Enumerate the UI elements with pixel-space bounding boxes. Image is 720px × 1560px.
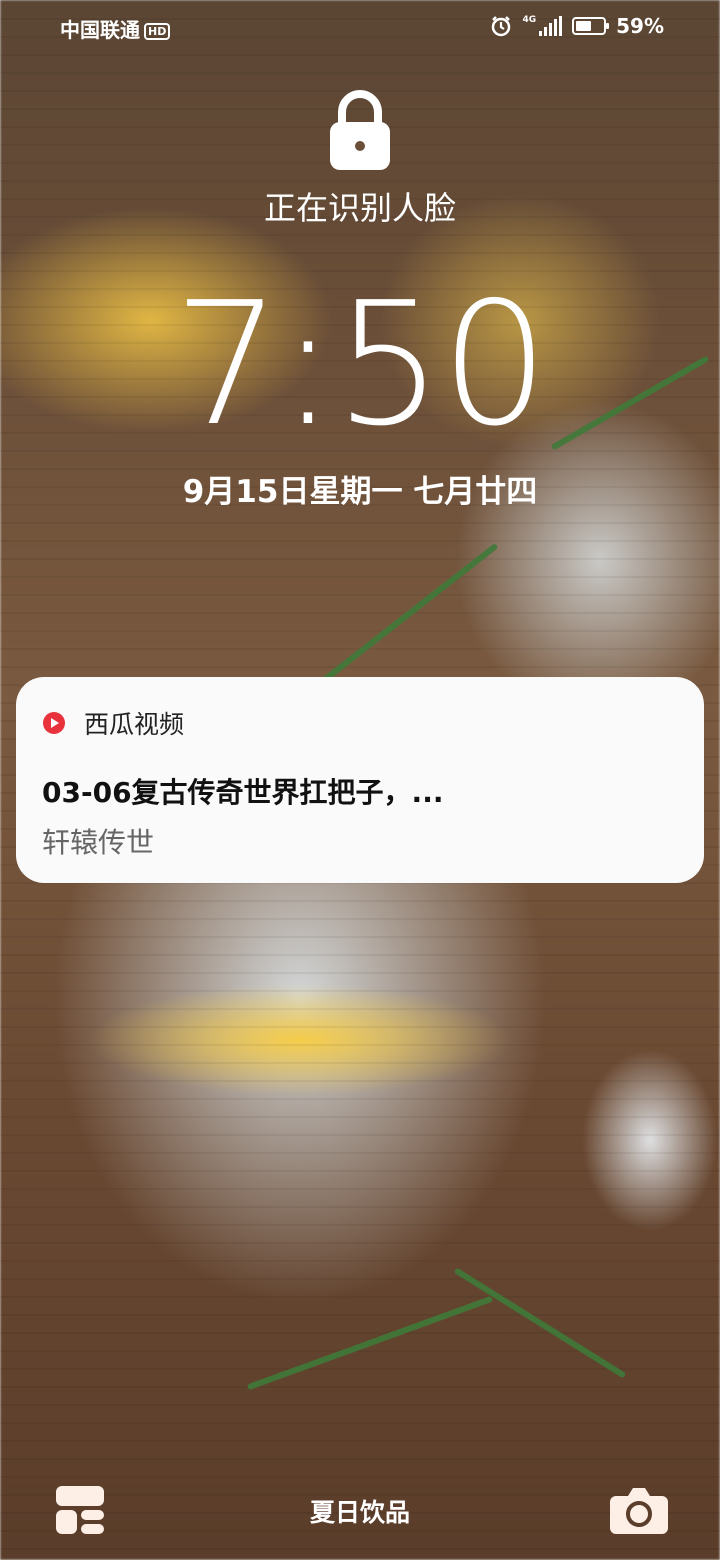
notification-card[interactable]: 西瓜视频 03-06复古传奇世界扛把子，... 轩辕传世 — [16, 677, 704, 883]
battery-fill — [576, 21, 592, 31]
lock-icon[interactable] — [330, 88, 390, 170]
status-bar: 中国联通 HD 4G 59% — [0, 0, 720, 56]
lockscreen-clock: 7:50 — [173, 266, 549, 464]
signal-icon: 4G — [522, 15, 563, 36]
battery-icon — [572, 17, 610, 35]
face-recognition-status: 正在识别人脸 — [263, 189, 456, 227]
alarm-icon — [492, 16, 511, 37]
carrier-name: 中国联通 HD — [60, 14, 171, 43]
carrier-label: 中国联通 — [60, 18, 140, 42]
notification-body: 轩辕传世 — [42, 826, 155, 859]
battery-percent: 59% — [616, 14, 664, 38]
network-type: 4G — [522, 15, 537, 25]
notification-header: 西瓜视频 — [42, 705, 184, 741]
hd-badge: HD — [144, 23, 171, 40]
status-icons: 4G 59% — [490, 14, 664, 38]
camera-icon[interactable] — [610, 1486, 668, 1534]
notification-app-name: 西瓜视频 — [84, 710, 185, 739]
xigua-video-icon — [43, 712, 65, 734]
lockscreen-date: 9月15日星期一 七月廿四 — [182, 474, 538, 510]
notification-title: 03-06复古传奇世界扛把子，... — [42, 776, 444, 809]
